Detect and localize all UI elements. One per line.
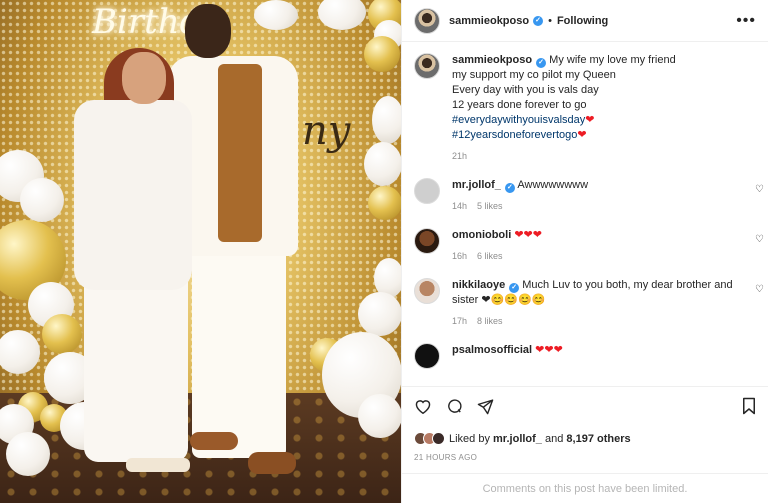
balloon [20, 178, 64, 222]
commenter-avatar[interactable] [414, 178, 440, 204]
balloon [254, 0, 298, 30]
caption-line: my support my co pilot my Queen [452, 69, 616, 81]
verified-badge-icon: ✓ [536, 58, 547, 68]
comments-scroll[interactable]: sammieokposo ✓ My wife my love my friend … [402, 43, 768, 383]
heart-icon[interactable] [414, 398, 432, 419]
post-header: sammieokposo ✓ • Following ••• [402, 0, 768, 42]
commenter-avatar[interactable] [414, 278, 440, 304]
smile-emoji: 😊😊😊😊 [490, 294, 546, 306]
comment: nikkilaoye ✓ Much Luv to you both, my dea… [414, 278, 764, 329]
woman-trousers [84, 270, 188, 462]
following-button[interactable]: Following [557, 15, 608, 27]
liked-by-and: and [541, 432, 567, 445]
comment: omonioboli ❤❤❤ 16h 6 likes ♡ [414, 228, 764, 264]
comment-text: ❤❤❤ [514, 229, 542, 241]
balloon [358, 292, 401, 336]
comment-username[interactable]: psalmosofficial [452, 344, 532, 356]
commenter-avatar[interactable] [414, 228, 440, 254]
hashtag-link[interactable]: #12yearsdoneforevertogo [452, 129, 577, 141]
hashtag-link[interactable]: #everydaywithyouisvalsday [452, 114, 585, 126]
caption-line: Every day with you is vals day [452, 84, 599, 96]
balloon [42, 314, 82, 354]
balloon [368, 186, 401, 220]
balloon [358, 394, 401, 438]
man-shoe [190, 432, 238, 450]
post-actions: Liked by mr.jollof_ and 8,197 others 21 … [402, 386, 768, 462]
comment-icon[interactable] [446, 398, 463, 420]
caption: sammieokposo ✓ My wife my love my friend … [414, 53, 756, 164]
balloon [372, 96, 401, 144]
comment-likes[interactable]: 6 likes [477, 251, 503, 261]
caption-line: My wife my love my friend [549, 54, 676, 66]
commenter-avatar[interactable] [414, 343, 440, 369]
balloon [6, 432, 50, 476]
like-comment-heart-icon[interactable]: ♡ [755, 284, 764, 295]
caption-username[interactable]: sammieokposo [452, 54, 532, 66]
comment-username[interactable]: mr.jollof_ [452, 179, 501, 191]
balloon [364, 36, 400, 72]
like-comment-heart-icon[interactable]: ♡ [755, 234, 764, 245]
caption-avatar[interactable] [414, 53, 440, 79]
separator: • [548, 14, 552, 27]
verified-badge-icon: ✓ [509, 283, 520, 293]
woman-top [74, 100, 192, 290]
author-username[interactable]: sammieokposo [449, 15, 529, 27]
comment-text: ❤❤❤ [535, 344, 563, 356]
comment-time[interactable]: 16h [452, 251, 467, 261]
backdrop-lettering: ny [302, 108, 351, 154]
post-timestamp[interactable]: 21 HOURS AGO [414, 453, 756, 462]
comment-likes[interactable]: 8 likes [477, 316, 503, 326]
likes-summary: Liked by mr.jollof_ and 8,197 others [414, 432, 756, 445]
comment: mr.jollof_ ✓ Awwwwwwww 14h 5 likes ♡ [414, 178, 764, 214]
woman-face [122, 52, 166, 104]
post-image[interactable]: Birthd ny [0, 0, 401, 503]
send-icon[interactable] [477, 398, 494, 420]
verified-badge-icon: ✓ [533, 15, 544, 26]
liked-by-user[interactable]: mr.jollof_ [493, 433, 542, 445]
comment: psalmosofficial ❤❤❤ [414, 343, 756, 369]
liker-avatar[interactable] [432, 432, 445, 445]
heart-emoji: ❤ [577, 129, 587, 141]
heart-emoji: ❤ [585, 114, 595, 126]
verified-badge-icon: ✓ [504, 183, 515, 193]
balloon [364, 142, 401, 186]
man-vest [218, 64, 262, 242]
liked-by-prefix: Liked by [449, 432, 494, 445]
comment-username[interactable]: omonioboli [452, 229, 511, 241]
comment-text: Awwwwwwww [517, 179, 589, 191]
caption-line: 12 years done forever to go [452, 99, 587, 111]
caption-time[interactable]: 21h [452, 151, 467, 161]
man-shoe [248, 452, 296, 474]
liked-by-count[interactable]: 8,197 others [566, 433, 630, 445]
comments-limited-notice: Comments on this post have been limited. [402, 473, 768, 503]
comment-time[interactable]: 17h [452, 316, 467, 326]
man-trousers [192, 238, 286, 458]
comment-likes[interactable]: 5 likes [477, 201, 503, 211]
comment-username[interactable]: nikkilaoye [452, 279, 505, 291]
like-comment-heart-icon[interactable]: ♡ [755, 184, 764, 195]
author-avatar[interactable] [414, 7, 440, 34]
woman-shoes [126, 458, 190, 472]
man-head [185, 4, 231, 58]
more-horizontal-icon[interactable]: ••• [736, 12, 756, 30]
bookmark-icon[interactable] [742, 397, 756, 420]
comment-time[interactable]: 14h [452, 201, 467, 211]
post-sidebar: sammieokposo ✓ • Following ••• sammieokp… [401, 0, 768, 503]
